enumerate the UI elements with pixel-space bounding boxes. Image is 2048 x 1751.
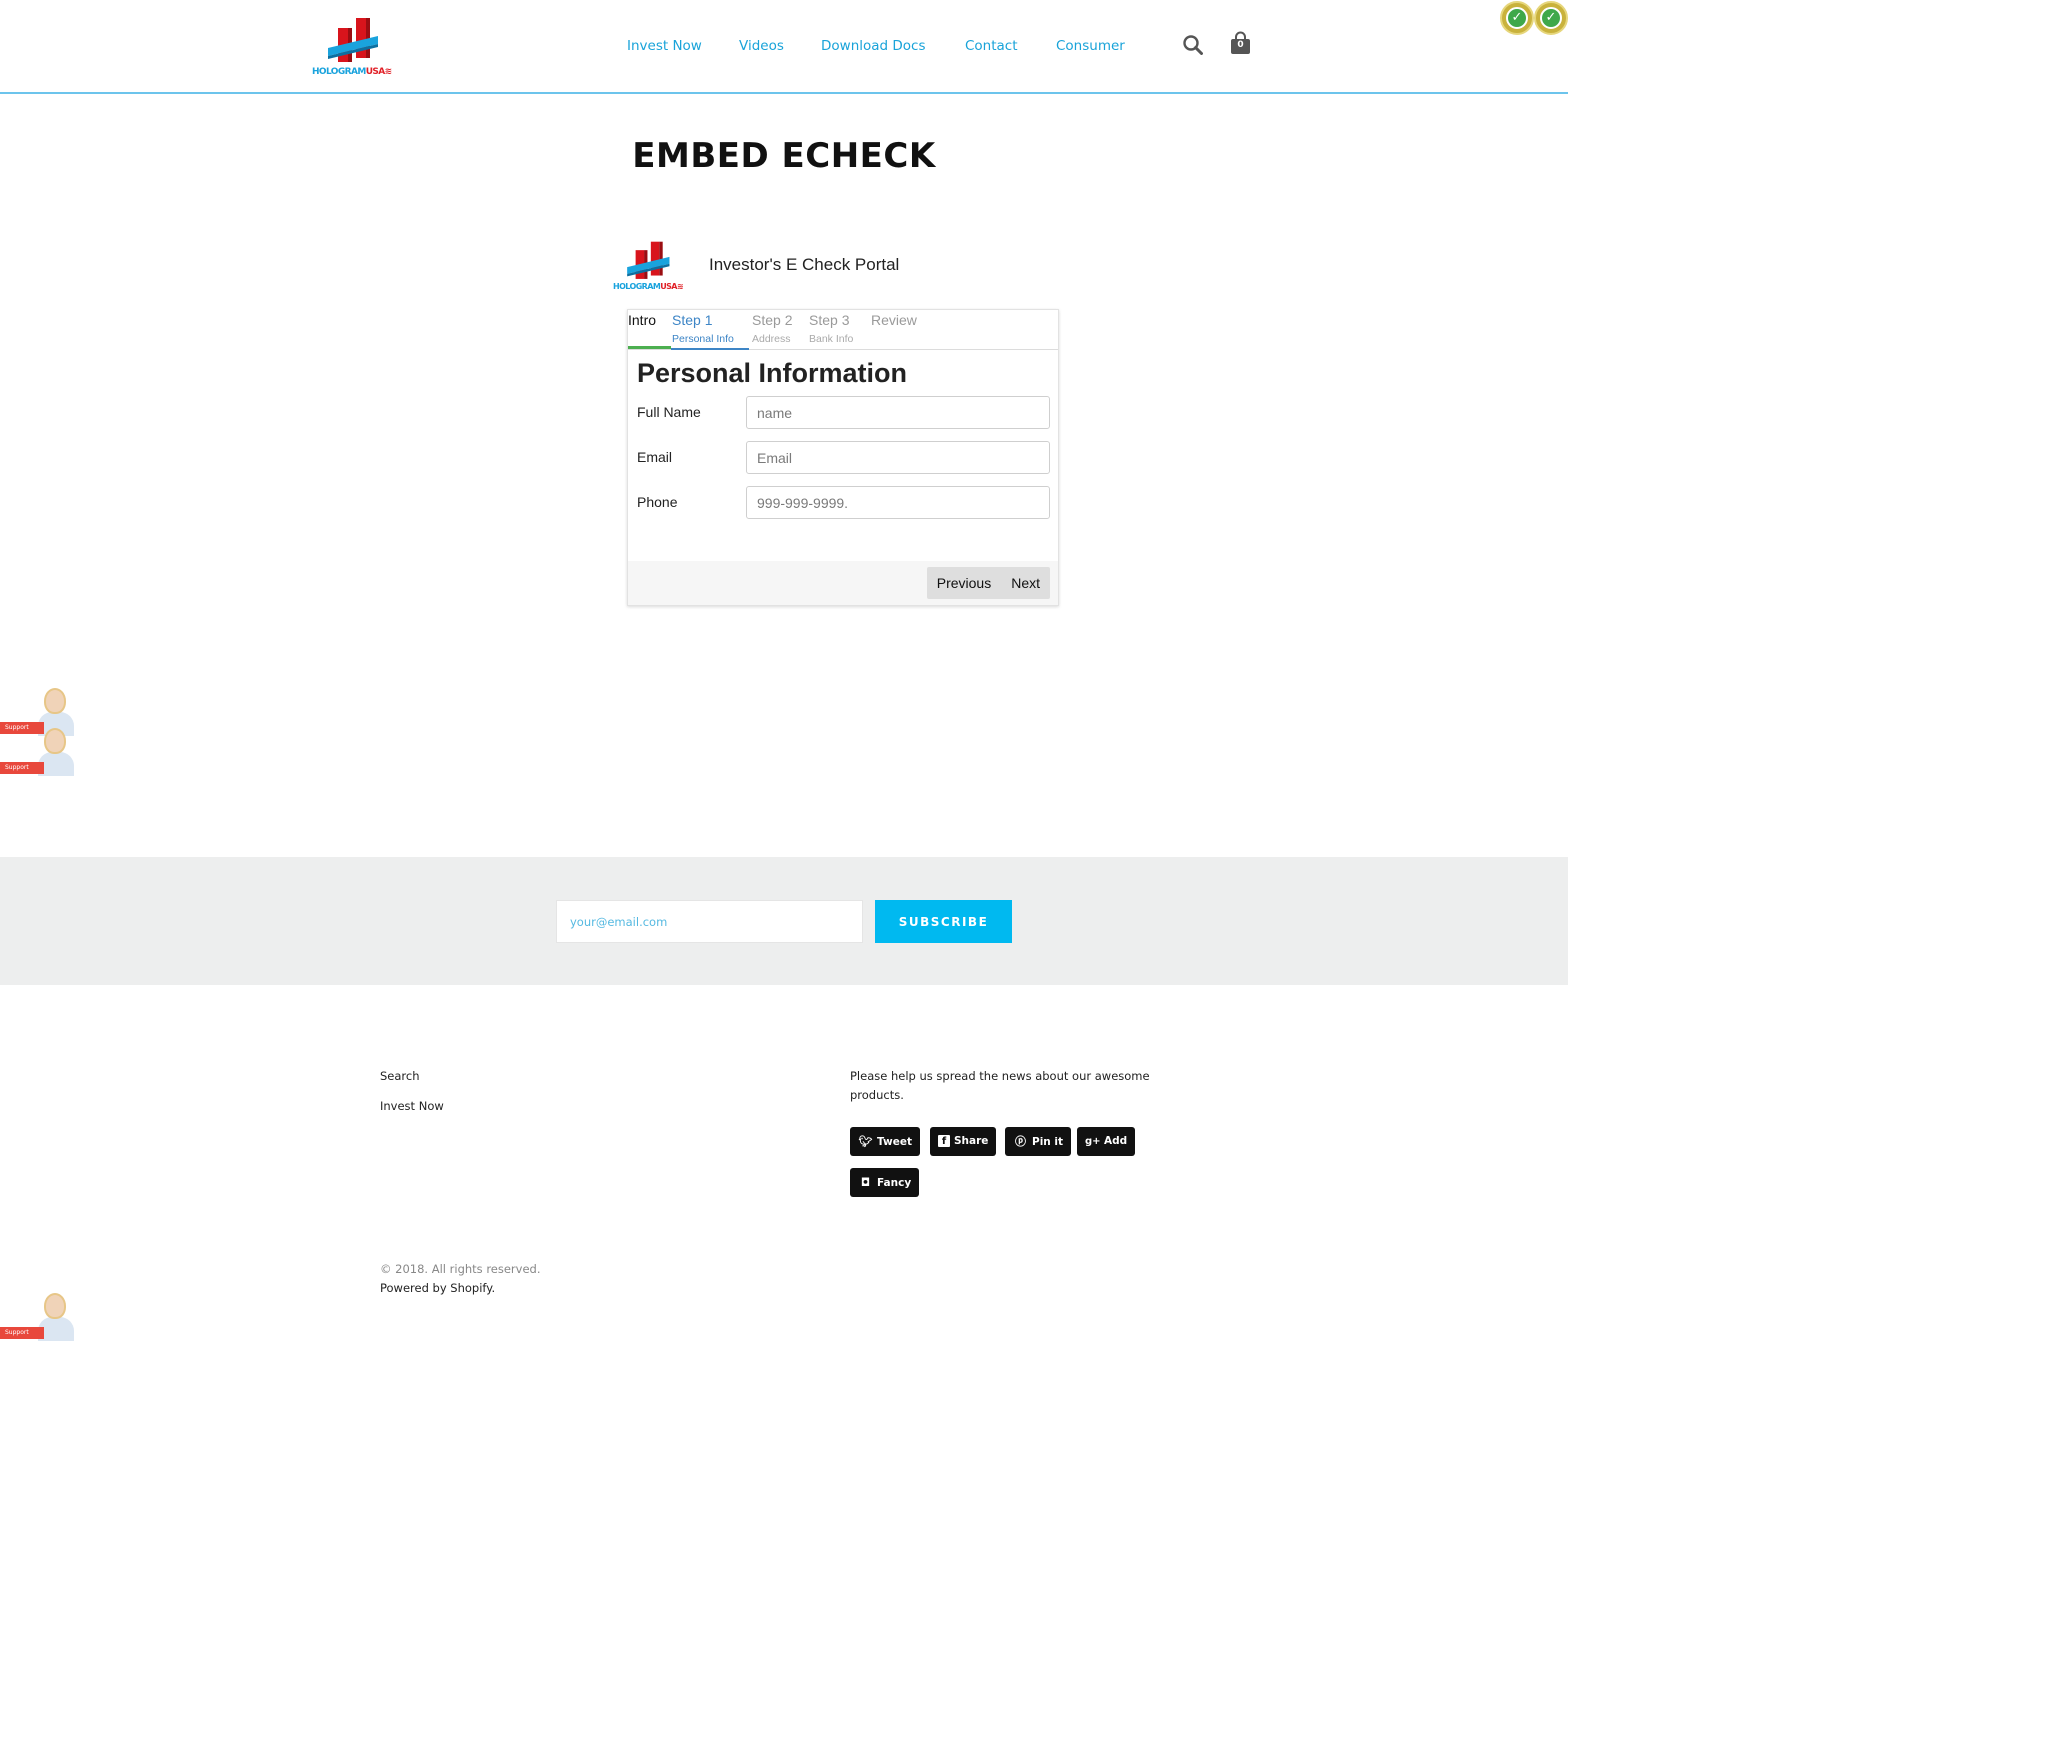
step-progress-done	[628, 346, 671, 349]
wizard-steps: Intro Step 1 Personal Info Step 2 Addres…	[628, 310, 1058, 350]
footer-link-search[interactable]: Search	[380, 1069, 420, 1083]
newsletter-email-input[interactable]	[556, 900, 863, 943]
echeck-wizard: Intro Step 1 Personal Info Step 2 Addres…	[627, 309, 1059, 606]
email-input[interactable]	[746, 441, 1050, 474]
step-3[interactable]: Step 3 Bank Info	[809, 312, 853, 345]
logo-mark-icon	[627, 241, 670, 279]
pin-it-button[interactable]: ⓟ Pin it	[1005, 1127, 1072, 1156]
twitter-icon: 🐦︎	[858, 1135, 873, 1148]
powered-by-link[interactable]: Powered by Shopify.	[380, 1281, 495, 1295]
copyright-text: © 2018. All rights reserved.	[380, 1262, 541, 1276]
step-intro[interactable]: Intro	[628, 312, 656, 328]
verified-badge-icon: ✓	[1534, 1, 1568, 35]
tweet-button[interactable]: 🐦︎ Tweet	[850, 1127, 920, 1156]
support-widget[interactable]: Support	[0, 1293, 75, 1341]
step-review[interactable]: Review	[871, 312, 917, 328]
subscribe-button[interactable]: SUBSCRIBE	[875, 900, 1012, 943]
next-button[interactable]: Next	[1001, 567, 1050, 599]
logo-text: HOLOGRAMUSA≋	[312, 67, 392, 77]
cart-count: 0	[1237, 40, 1244, 50]
nav-consumer[interactable]: Consumer	[1056, 38, 1125, 54]
support-label: Support	[0, 762, 44, 774]
form-title: Personal Information	[637, 358, 908, 388]
full-name-label: Full Name	[637, 404, 701, 420]
logo-mark-icon	[328, 18, 378, 62]
page-title: EMBED ECHECK	[632, 136, 936, 176]
site-header: HOLOGRAMUSA≋ Invest Now Videos Download …	[0, 0, 1568, 94]
support-agent-head	[44, 688, 66, 714]
step-1[interactable]: Step 1 Personal Info	[672, 312, 734, 345]
trust-badges: ✓ ✓	[1500, 0, 1568, 36]
portal-logo: HOLOGRAMUSA≋	[613, 240, 687, 294]
footer-link-invest-now[interactable]: Invest Now	[380, 1099, 444, 1113]
fancy-icon: ◘	[860, 1176, 871, 1189]
nav-contact[interactable]: Contact	[965, 38, 1018, 54]
phone-input[interactable]	[746, 486, 1050, 519]
pinterest-icon: ⓟ	[1015, 1135, 1026, 1148]
google-plus-add-button[interactable]: g+ Add	[1077, 1127, 1136, 1156]
facebook-share-button[interactable]: f Share	[930, 1127, 997, 1156]
nav-download-docs[interactable]: Download Docs	[821, 38, 926, 54]
previous-button[interactable]: Previous	[927, 567, 1001, 599]
site-logo[interactable]: HOLOGRAMUSA≋	[312, 16, 398, 78]
logo-text: HOLOGRAMUSA≋	[613, 282, 684, 291]
full-name-input[interactable]	[746, 396, 1050, 429]
newsletter-section: SUBSCRIBE	[0, 857, 1568, 985]
portal-title: Investor's E Check Portal	[709, 255, 900, 274]
email-label: Email	[637, 449, 673, 465]
shopping-bag-icon[interactable]: 0	[1230, 31, 1251, 55]
nav-videos[interactable]: Videos	[739, 38, 784, 54]
support-label: Support	[0, 1327, 44, 1339]
share-text: Please help us spread the news about our…	[850, 1069, 1150, 1102]
fancy-button[interactable]: ◘ Fancy	[850, 1168, 920, 1197]
wizard-footer: Previous Next	[628, 561, 1058, 605]
support-agent-head	[44, 728, 66, 754]
step-progress-active	[671, 348, 749, 350]
support-widget[interactable]: Support	[0, 728, 75, 776]
support-agent-head	[44, 1293, 66, 1319]
wizard-nav-buttons: Previous Next	[926, 567, 1050, 599]
nav-invest-now[interactable]: Invest Now	[627, 38, 702, 54]
search-icon[interactable]	[1183, 35, 1203, 59]
step-2[interactable]: Step 2 Address	[752, 312, 792, 345]
phone-label: Phone	[637, 494, 678, 510]
facebook-icon: f	[938, 1135, 950, 1147]
verified-badge-icon: ✓	[1500, 1, 1534, 35]
google-plus-icon: g+	[1085, 1136, 1101, 1147]
